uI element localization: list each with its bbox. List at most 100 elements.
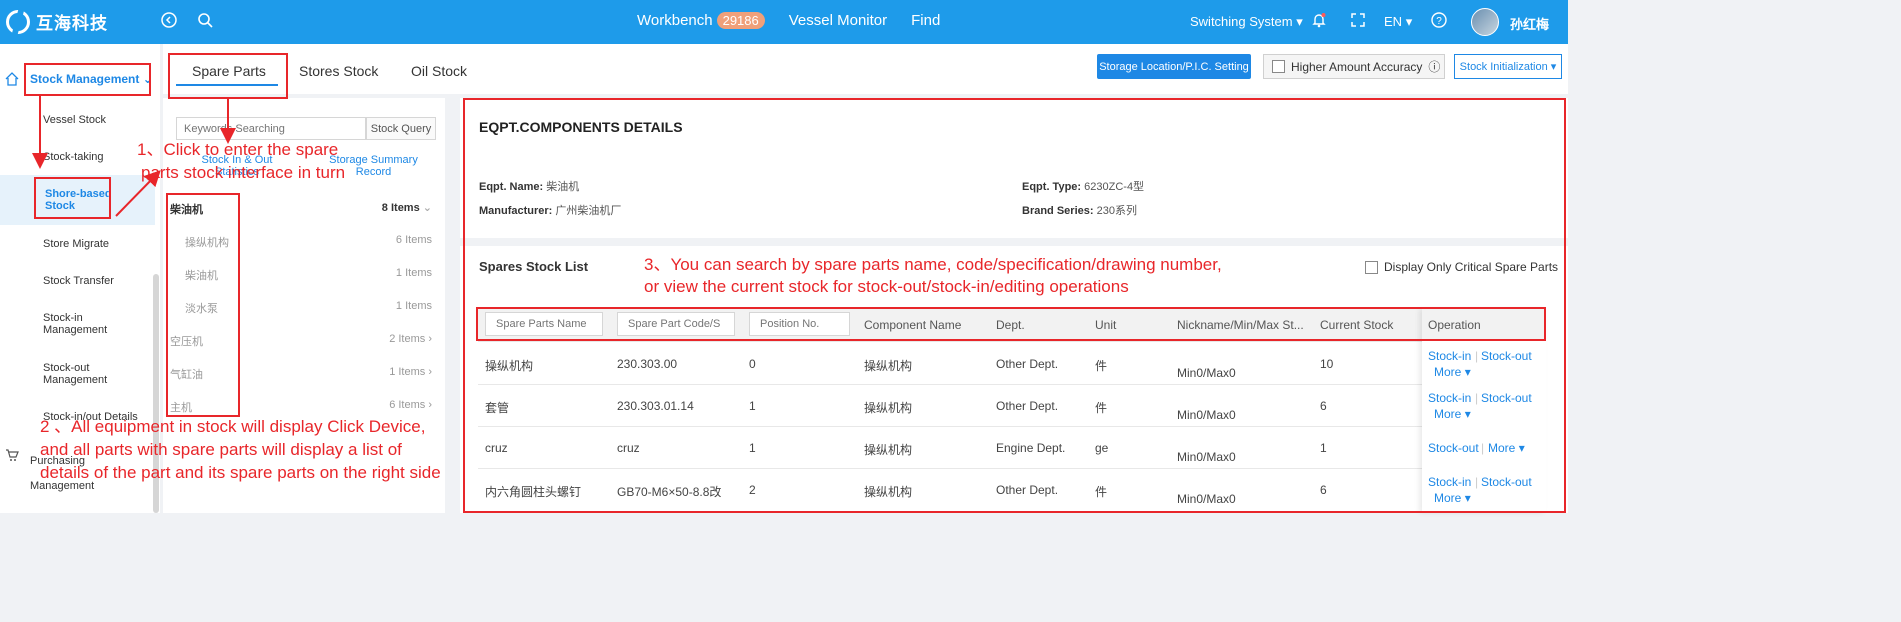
workbench-badge: 29186 bbox=[716, 12, 765, 29]
top-bar: 互海科技 Workbench 29186 Vessel Monitor Find … bbox=[0, 0, 1568, 44]
column-header-unit: Unit bbox=[1095, 318, 1117, 332]
stock-out-link[interactable]: Stock-out bbox=[1428, 441, 1479, 455]
details-title: EQPT.COMPONENTS DETAILS bbox=[479, 119, 683, 135]
keyword-search-input[interactable] bbox=[176, 117, 366, 140]
cell-dept: Other Dept. bbox=[996, 483, 1059, 497]
cell-position: 1 bbox=[749, 441, 756, 455]
annotation-step-2-line-1: 2 、All equipment in stock will display C… bbox=[40, 417, 426, 436]
sidebar-item-shore-based-stock[interactable]: Shore-based Stock bbox=[45, 188, 113, 212]
stock-out-link[interactable]: Stock-out bbox=[1481, 391, 1532, 405]
svg-text:?: ? bbox=[1436, 16, 1442, 27]
sidebar-item-vessel-stock[interactable]: Vessel Stock bbox=[43, 114, 106, 126]
position-no-filter[interactable] bbox=[749, 312, 850, 336]
stock-out-link[interactable]: Stock-out bbox=[1481, 475, 1532, 489]
tree-item-fresh-water-pump[interactable]: 淡水泵 1 Items bbox=[170, 300, 432, 316]
more-menu[interactable]: More ▾ bbox=[1434, 407, 1471, 421]
back-icon[interactable] bbox=[160, 12, 178, 30]
sidebar-group-stock-management[interactable]: Stock Management ⌄ bbox=[30, 72, 153, 86]
tree-item-count: 6 Items › bbox=[389, 399, 432, 415]
stock-in-link[interactable]: Stock-in bbox=[1428, 391, 1471, 405]
tree-item-name: 主机 bbox=[170, 402, 192, 414]
stock-out-link[interactable]: Stock-out bbox=[1481, 349, 1532, 363]
row-divider bbox=[478, 341, 1546, 342]
switching-system-dropdown[interactable]: Switching System ▾ bbox=[1190, 14, 1303, 30]
critical-only-label: Display Only Critical Spare Parts bbox=[1384, 260, 1559, 274]
cell-spare-name: 套管 bbox=[485, 401, 510, 415]
tree-item-count-text: 1 Items bbox=[389, 366, 426, 378]
sidebar-item-stock-transfer[interactable]: Stock Transfer bbox=[43, 275, 114, 287]
cell-spare-name: 内六角圆柱头螺钉 bbox=[485, 485, 582, 499]
cell-min-max: Min0/Max0 bbox=[1177, 492, 1236, 506]
logo[interactable]: 互海科技 bbox=[6, 9, 108, 34]
switching-system-label: Switching System bbox=[1190, 14, 1293, 29]
spare-parts-name-filter[interactable] bbox=[485, 312, 603, 336]
chevron-right-icon: › bbox=[428, 333, 432, 345]
cell-component: 操纵机构 bbox=[864, 359, 913, 373]
cell-code: 230.303.01.14 bbox=[617, 399, 694, 413]
column-header-dept: Dept. bbox=[996, 318, 1025, 332]
user-name[interactable]: 孙红梅 bbox=[1510, 14, 1549, 33]
fullscreen-icon[interactable] bbox=[1349, 12, 1367, 30]
chevron-right-icon: › bbox=[428, 366, 432, 378]
cell-spare-name: cruz bbox=[485, 441, 508, 455]
spares-stock-list-title: Spares Stock List bbox=[479, 259, 589, 274]
tab-spare-parts[interactable]: Spare Parts bbox=[192, 63, 266, 79]
tree-item-diesel-engine[interactable]: 柴油机 8 Items ⌄ bbox=[170, 201, 432, 217]
help-icon[interactable]: ? bbox=[1430, 12, 1448, 30]
more-menu[interactable]: More ▾ bbox=[1434, 365, 1471, 379]
tree-item-diesel-engine-sub[interactable]: 柴油机 1 Items bbox=[170, 267, 432, 283]
stock-initialization-button[interactable]: Stock Initialization ▾ bbox=[1454, 54, 1562, 79]
stock-query-button[interactable]: Stock Query bbox=[366, 117, 436, 140]
tab-stores-stock[interactable]: Stores Stock bbox=[299, 63, 378, 79]
caret-down-icon: ▾ bbox=[1518, 441, 1525, 455]
annotation-step-3-line-2: or view the current stock for stock-out/… bbox=[644, 277, 1129, 296]
stock-in-link[interactable]: Stock-in bbox=[1428, 475, 1471, 489]
more-label: More bbox=[1488, 441, 1516, 455]
more-menu[interactable]: More ▾ bbox=[1434, 491, 1471, 505]
tree-item-name: 柴油机 bbox=[170, 204, 203, 216]
search-icon[interactable] bbox=[196, 12, 214, 30]
tree-item-air-compressor[interactable]: 空压机 2 Items › bbox=[170, 333, 432, 349]
higher-amount-accuracy-toggle[interactable]: Higher Amount Accuracy ⓘ bbox=[1263, 54, 1445, 79]
tree-item-count: 8 Items ⌄ bbox=[382, 201, 432, 217]
sidebar-item-stock-out-management[interactable]: Stock-out Management bbox=[43, 362, 113, 386]
more-menu[interactable]: More ▾ bbox=[1488, 441, 1525, 455]
cell-code: GB70-M6×50-8.8改 bbox=[617, 485, 722, 499]
nav-find[interactable]: Find bbox=[911, 12, 940, 29]
accuracy-label: Higher Amount Accuracy bbox=[1291, 59, 1423, 74]
row-divider bbox=[478, 384, 1546, 385]
tree-item-main-engine[interactable]: 主机 6 Items › bbox=[170, 399, 432, 415]
annotation-step-1-line-2: parts stock interface in turn bbox=[141, 163, 346, 182]
sidebar-item-store-migrate[interactable]: Store Migrate bbox=[43, 238, 109, 250]
nav-vessel-monitor[interactable]: Vessel Monitor bbox=[789, 12, 887, 29]
eqpt-name-value: 柴油机 bbox=[546, 181, 580, 193]
annotation-step-2-line-3: details of the part and its spare parts … bbox=[40, 463, 441, 482]
bell-icon[interactable] bbox=[1310, 12, 1328, 30]
accuracy-checkbox[interactable] bbox=[1272, 60, 1285, 73]
chevron-down-icon: ⌄ bbox=[142, 72, 153, 86]
stock-in-link[interactable]: Stock-in bbox=[1428, 349, 1471, 363]
cell-position: 1 bbox=[749, 399, 756, 413]
cell-min-max: Min0/Max0 bbox=[1177, 366, 1236, 380]
sidebar-item-stock-taking[interactable]: Stock-taking bbox=[43, 151, 104, 163]
tree-item-count-text: 2 Items bbox=[389, 333, 426, 345]
link-separator: | bbox=[1475, 391, 1479, 405]
language-dropdown[interactable]: EN ▾ bbox=[1384, 14, 1412, 30]
sidebar-item-stock-in-management[interactable]: Stock-in Management bbox=[43, 312, 113, 336]
tree-item-cylinder-oil[interactable]: 气缸油 1 Items › bbox=[170, 366, 432, 382]
critical-only-checkbox[interactable] bbox=[1365, 260, 1378, 274]
tree-item-name: 操纵机构 bbox=[185, 237, 229, 249]
spare-part-code-filter[interactable] bbox=[617, 312, 735, 336]
cell-spare-name: 操纵机构 bbox=[485, 359, 534, 373]
tab-oil-stock[interactable]: Oil Stock bbox=[411, 63, 467, 79]
tree-item-count: 2 Items › bbox=[389, 333, 432, 349]
cell-dept: Other Dept. bbox=[996, 399, 1059, 413]
column-header-component-name: Component Name bbox=[864, 318, 962, 332]
nav-workbench[interactable]: Workbench 29186 bbox=[637, 12, 765, 29]
link-separator: | bbox=[1475, 349, 1479, 363]
critical-only-toggle[interactable]: Display Only Critical Spare Parts bbox=[1365, 260, 1558, 274]
cell-component: 操纵机构 bbox=[864, 485, 913, 499]
tree-item-control-mechanism[interactable]: 操纵机构 6 Items bbox=[170, 234, 432, 250]
storage-location-setting-button[interactable]: Storage Location/P.I.C. Setting bbox=[1097, 54, 1251, 79]
avatar[interactable] bbox=[1471, 8, 1499, 36]
